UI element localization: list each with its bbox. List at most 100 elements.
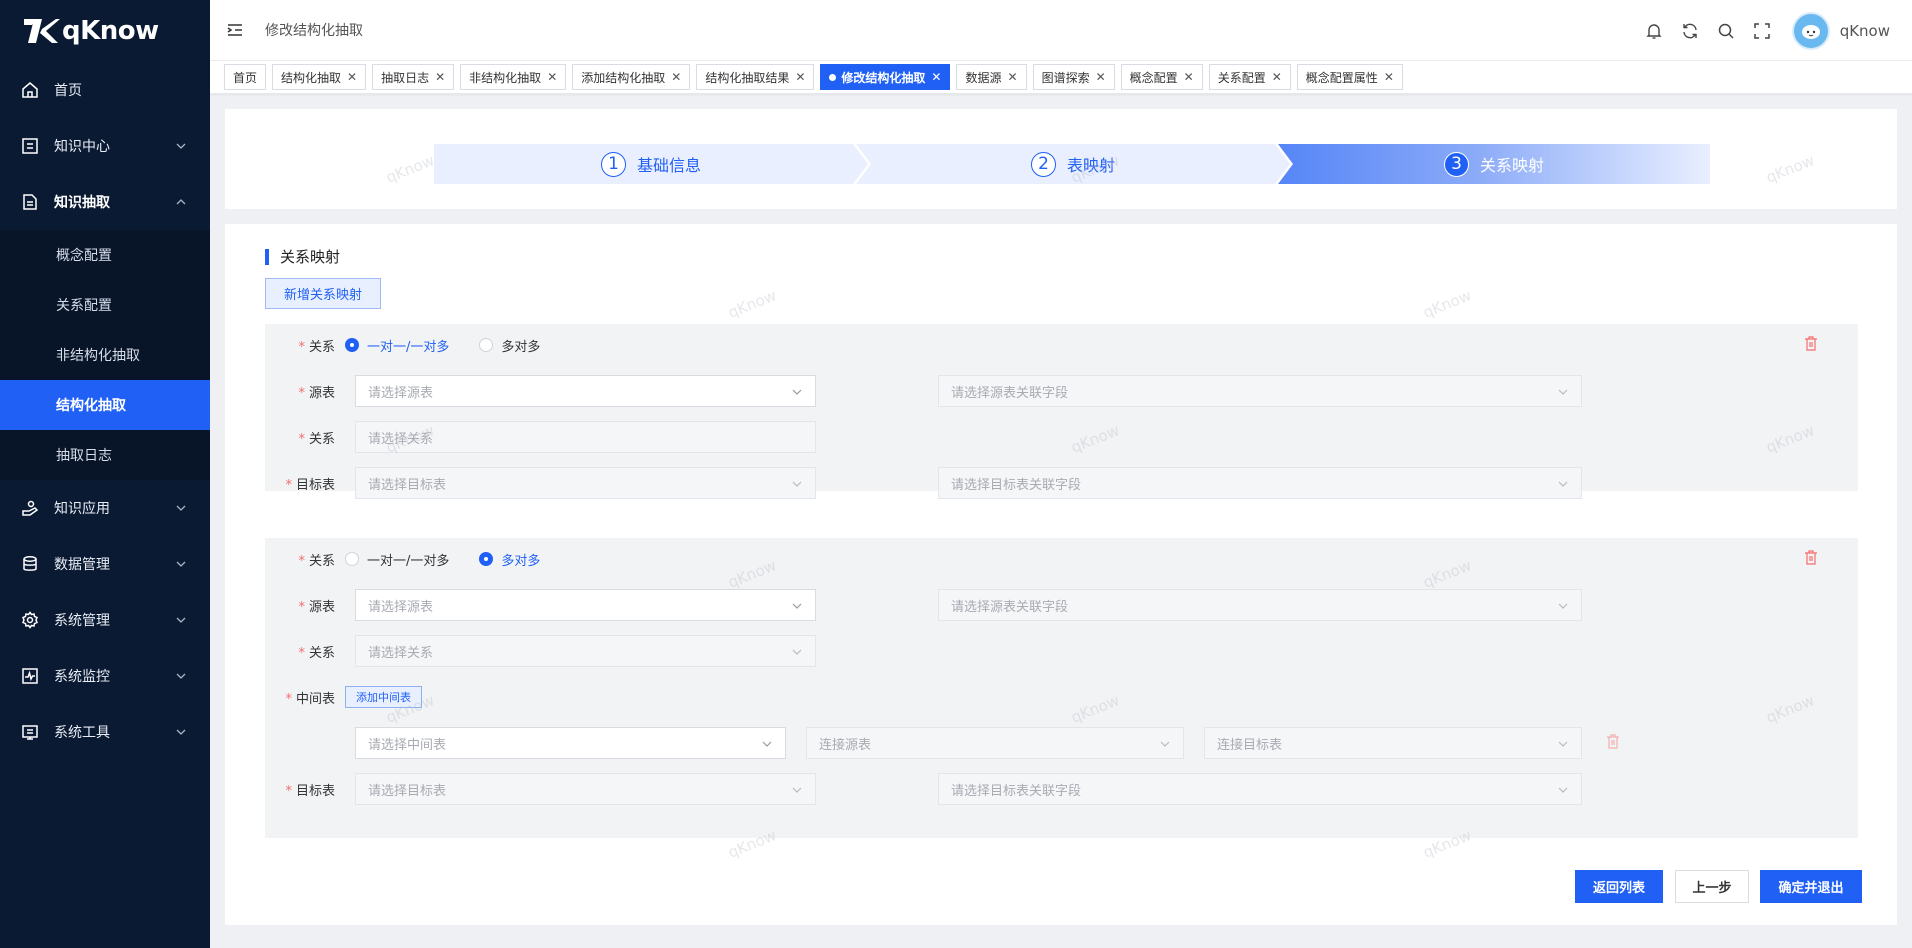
confirm-exit-button[interactable]: 确定并退出 bbox=[1760, 870, 1862, 903]
tab-1[interactable]: 结构化抽取 ✕ bbox=[272, 64, 367, 90]
tab-label: 抽取日志 bbox=[381, 70, 430, 85]
tab-5[interactable]: 结构化抽取结果 ✕ bbox=[696, 64, 815, 90]
target-field-select[interactable]: 请选择目标表关联字段 bbox=[938, 467, 1582, 499]
sidebar-item-extract-log[interactable]: 抽取日志 bbox=[0, 430, 210, 480]
search-icon[interactable] bbox=[1716, 21, 1736, 41]
menu-system-monitor[interactable]: 系统监控 bbox=[0, 648, 210, 704]
back-to-list-button[interactable]: 返回列表 bbox=[1575, 870, 1663, 903]
target-field-select[interactable]: 请选择目标表关联字段 bbox=[938, 773, 1582, 805]
link-source-select[interactable]: 连接源表 bbox=[806, 727, 1184, 759]
menu-knowledge-center-label: 知识中心 bbox=[54, 139, 110, 155]
sidebar-item-unstructured-extract[interactable]: 非结构化抽取 bbox=[0, 330, 210, 380]
menu-data-mgmt[interactable]: 数据管理 bbox=[0, 536, 210, 592]
tab-0[interactable]: 首页 bbox=[224, 64, 267, 90]
chevron-up-icon bbox=[176, 199, 186, 205]
chevron-down-icon bbox=[176, 143, 186, 149]
menu-fold-icon[interactable] bbox=[225, 20, 245, 40]
chevron-down-icon bbox=[762, 741, 772, 747]
step-relation-mapping[interactable]: 3 关系映射 bbox=[1278, 144, 1710, 184]
toolbox-icon bbox=[20, 722, 40, 742]
source-label: * 源表 bbox=[298, 385, 335, 401]
close-icon[interactable]: ✕ bbox=[547, 70, 557, 84]
sidebar-item-structured-extract[interactable]: 结构化抽取 bbox=[0, 380, 210, 430]
submenu-knowledge-extract: 概念配置 关系配置 非结构化抽取 结构化抽取 抽取日志 bbox=[0, 230, 210, 480]
close-icon[interactable]: ✕ bbox=[1272, 70, 1282, 84]
delete-mapping-icon[interactable] bbox=[1804, 336, 1818, 351]
close-icon[interactable]: ✕ bbox=[1096, 70, 1106, 84]
close-icon[interactable]: ✕ bbox=[1384, 70, 1394, 84]
close-icon[interactable]: ✕ bbox=[435, 70, 445, 84]
delete-middle-table-icon[interactable] bbox=[1606, 734, 1620, 749]
avatar[interactable] bbox=[1791, 11, 1830, 50]
relation-label: * 关系 bbox=[298, 645, 335, 661]
menu-system-mgmt[interactable]: 系统管理 bbox=[0, 592, 210, 648]
source-row: * 源表 bbox=[265, 589, 345, 621]
tab-11[interactable]: 概念配置属性 ✕ bbox=[1296, 64, 1403, 90]
radio-one-to-many[interactable]: 一对一/一对多 bbox=[345, 336, 449, 355]
sidebar-item-relation-config[interactable]: 关系配置 bbox=[0, 280, 210, 330]
relation-label: * 关系 bbox=[298, 431, 335, 447]
tab-label: 关系配置 bbox=[1217, 70, 1266, 85]
link-target-select[interactable]: 连接目标表 bbox=[1204, 727, 1582, 759]
menu-knowledge-extract[interactable]: 知识抽取 bbox=[0, 174, 210, 230]
username[interactable]: qKnow bbox=[1840, 22, 1890, 40]
chevron-down-icon bbox=[792, 787, 802, 793]
relation-row: * 关系 bbox=[265, 421, 345, 453]
target-table-select[interactable]: 请选择目标表 bbox=[355, 773, 816, 805]
source-label: * 源表 bbox=[298, 599, 335, 615]
radio-many-to-many[interactable]: 多对多 bbox=[479, 550, 540, 569]
middle-table-select[interactable]: 请选择中间表 bbox=[355, 727, 786, 759]
sidebar-item-concept-config[interactable]: 概念配置 bbox=[0, 230, 210, 280]
tab-8[interactable]: 图谱探索 ✕ bbox=[1032, 64, 1115, 90]
radio-many-to-many[interactable]: 多对多 bbox=[479, 336, 540, 355]
menu-knowledge-center[interactable]: 知识中心 bbox=[0, 118, 210, 174]
source-field-select[interactable]: 请选择源表关联字段 bbox=[938, 375, 1582, 407]
tab-9[interactable]: 概念配置 ✕ bbox=[1120, 64, 1203, 90]
source-table-select[interactable]: 请选择源表 bbox=[355, 589, 816, 621]
relation-type-row: * 关系 一对一/一对多 多对多 bbox=[265, 329, 570, 361]
middle-label: * 中间表 bbox=[285, 691, 335, 707]
fullscreen-icon[interactable] bbox=[1752, 21, 1772, 41]
section-title: 关系映射 bbox=[265, 249, 340, 265]
tab-6[interactable]: 修改结构化抽取 ✕ bbox=[820, 64, 951, 90]
tab-label: 结构化抽取 bbox=[281, 70, 342, 85]
add-relation-mapping-button[interactable]: 新增关系映射 bbox=[265, 278, 381, 309]
menu-home[interactable]: 首页 bbox=[0, 62, 210, 118]
close-icon[interactable]: ✕ bbox=[347, 70, 357, 84]
prev-step-button[interactable]: 上一步 bbox=[1675, 870, 1749, 903]
delete-mapping-icon[interactable] bbox=[1804, 550, 1818, 565]
close-icon[interactable]: ✕ bbox=[1008, 70, 1018, 84]
relation-select[interactable]: 请选择关系 bbox=[355, 421, 816, 453]
target-table-select[interactable]: 请选择目标表 bbox=[355, 467, 816, 499]
radio-one-to-many[interactable]: 一对一/一对多 bbox=[345, 550, 449, 569]
tab-label: 数据源 bbox=[965, 70, 1002, 85]
chevron-down-icon bbox=[176, 729, 186, 735]
app-logo[interactable]: qKnow bbox=[0, 0, 210, 62]
add-middle-table-button[interactable]: 添加中间表 bbox=[345, 686, 422, 708]
close-icon[interactable]: ✕ bbox=[1184, 70, 1194, 84]
chevron-down-icon bbox=[792, 481, 802, 487]
tab-4[interactable]: 添加结构化抽取 ✕ bbox=[572, 64, 691, 90]
tab-3[interactable]: 非结构化抽取 ✕ bbox=[460, 64, 567, 90]
tab-label: 首页 bbox=[233, 70, 258, 85]
close-icon[interactable]: ✕ bbox=[671, 70, 681, 84]
close-icon[interactable]: ✕ bbox=[931, 70, 941, 84]
chevron-down-icon bbox=[1558, 787, 1568, 793]
tab-7[interactable]: 数据源 ✕ bbox=[956, 64, 1027, 90]
app-name: qKnow bbox=[62, 16, 159, 46]
step-basic-info[interactable]: 1 基础信息 bbox=[434, 144, 868, 184]
source-table-select[interactable]: 请选择源表 bbox=[355, 375, 816, 407]
step-table-mapping[interactable]: 2 表映射 bbox=[856, 144, 1290, 184]
menu-system-tools[interactable]: 系统工具 bbox=[0, 704, 210, 760]
relation-mapping-card-1: * 关系 一对一/一对多 多对多 * 源表 请选择源表 请选择源表关联字段 * 关系 … bbox=[265, 324, 1858, 499]
menu-knowledge-app[interactable]: 知识应用 bbox=[0, 480, 210, 536]
source-field-select[interactable]: 请选择源表关联字段 bbox=[938, 589, 1582, 621]
close-icon[interactable]: ✕ bbox=[795, 70, 805, 84]
tab-10[interactable]: 关系配置 ✕ bbox=[1208, 64, 1291, 90]
step-number: 1 bbox=[600, 151, 626, 177]
relation-select[interactable]: 请选择关系 bbox=[355, 635, 816, 667]
bell-icon[interactable] bbox=[1644, 21, 1664, 41]
tab-2[interactable]: 抽取日志 ✕ bbox=[372, 64, 455, 90]
tab-label: 修改结构化抽取 bbox=[841, 70, 926, 85]
refresh-icon[interactable] bbox=[1680, 21, 1700, 41]
